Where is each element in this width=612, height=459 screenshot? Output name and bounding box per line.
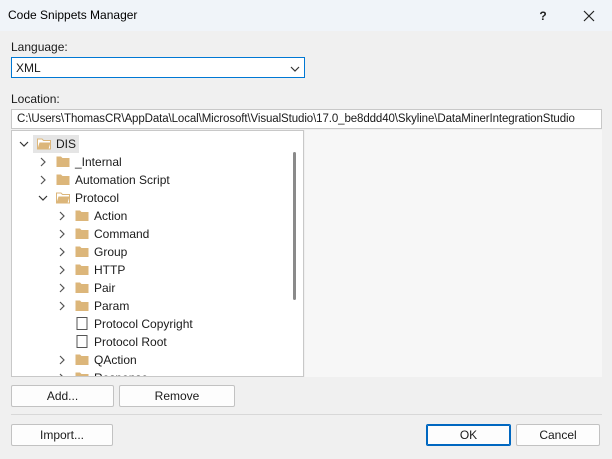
tree-item[interactable]: Pair	[12, 279, 292, 297]
tree-item-label: Action	[94, 209, 128, 223]
window-title: Code Snippets Manager	[8, 8, 138, 22]
title-bar: Code Snippets Manager ?	[0, 0, 612, 31]
tree-item[interactable]: Action	[12, 207, 292, 225]
tree-item[interactable]: Protocol	[12, 189, 292, 207]
tree-item[interactable]: Automation Script	[12, 171, 292, 189]
chevron-down-icon	[290, 63, 300, 77]
snippet-details-panel	[305, 130, 602, 377]
folder-icon	[75, 281, 89, 294]
folder-icon	[75, 371, 89, 376]
tree-item-label: Automation Script	[75, 173, 170, 187]
tree-item-label: Pair	[94, 281, 116, 295]
chevron-right-icon[interactable]	[37, 156, 49, 168]
tree-item-label: DIS	[56, 137, 77, 151]
folder-icon	[56, 155, 70, 168]
folder-icon	[75, 263, 89, 276]
location-field[interactable]: C:\Users\ThomasCR\AppData\Local\Microsof…	[11, 109, 602, 129]
import-button[interactable]: Import...	[11, 424, 113, 446]
tree-item-label: Protocol Copyright	[94, 317, 193, 331]
tree-item[interactable]: HTTP	[12, 261, 292, 279]
chevron-down-icon[interactable]	[37, 192, 49, 204]
tree-item[interactable]: Group	[12, 243, 292, 261]
tree-item-label: Group	[94, 245, 128, 259]
ok-button[interactable]: OK	[426, 424, 511, 446]
tree-item[interactable]: Command	[12, 225, 292, 243]
folder-icon	[75, 209, 89, 222]
language-label: Language:	[11, 40, 68, 54]
tree-item-label: Param	[94, 299, 130, 313]
remove-button[interactable]: Remove	[119, 385, 235, 407]
folder-icon	[75, 299, 89, 312]
tree-item-label: Protocol Root	[94, 335, 167, 349]
tree-scrollbar[interactable]	[293, 152, 296, 300]
folder-icon	[75, 353, 89, 366]
tree-item[interactable]: Protocol Root	[12, 333, 292, 351]
tree-item[interactable]: _Internal	[12, 153, 292, 171]
chevron-right-icon[interactable]	[56, 228, 68, 240]
chevron-right-icon[interactable]	[56, 372, 68, 376]
snippet-file-icon	[75, 335, 89, 348]
location-path: C:\Users\ThomasCR\AppData\Local\Microsof…	[17, 113, 575, 125]
add-button[interactable]: Add...	[11, 385, 114, 407]
help-icon: ?	[539, 8, 547, 23]
chevron-down-icon[interactable]	[18, 138, 30, 150]
cancel-button[interactable]: Cancel	[516, 424, 600, 446]
folder-icon	[56, 173, 70, 186]
language-dropdown[interactable]: XML	[11, 57, 305, 78]
tree-item[interactable]: Param	[12, 297, 292, 315]
close-button[interactable]	[566, 0, 612, 31]
snippet-file-icon	[75, 317, 89, 330]
tree-item-label: _Internal	[75, 155, 122, 169]
help-button[interactable]: ?	[520, 0, 566, 31]
tree-item-label: Command	[94, 227, 150, 241]
divider	[11, 414, 602, 415]
folder-icon	[75, 227, 89, 240]
tree-item[interactable]: DIS	[12, 135, 292, 153]
tree-item[interactable]: Response	[12, 369, 292, 376]
folder-open-icon	[37, 137, 51, 150]
folder-open-icon	[56, 191, 70, 204]
chevron-right-icon[interactable]	[37, 174, 49, 186]
tree-item[interactable]: QAction	[12, 351, 292, 369]
tree-item-label: HTTP	[94, 263, 126, 277]
tree-item-label: Response	[94, 371, 148, 376]
location-label: Location:	[11, 92, 60, 106]
chevron-right-icon[interactable]	[56, 354, 68, 366]
chevron-right-icon[interactable]	[56, 300, 68, 312]
close-icon	[583, 10, 595, 22]
chevron-right-icon[interactable]	[56, 246, 68, 258]
language-selected-value: XML	[16, 61, 41, 75]
tree-item-label: QAction	[94, 353, 137, 367]
chevron-right-icon[interactable]	[56, 282, 68, 294]
snippet-tree[interactable]: DIS _Internal Automation Script Protocol Act…	[11, 130, 304, 377]
tree-item-label: Protocol	[75, 191, 120, 205]
folder-icon	[75, 245, 89, 258]
chevron-right-icon[interactable]	[56, 210, 68, 222]
tree-item[interactable]: Protocol Copyright	[12, 315, 292, 333]
chevron-right-icon[interactable]	[56, 264, 68, 276]
